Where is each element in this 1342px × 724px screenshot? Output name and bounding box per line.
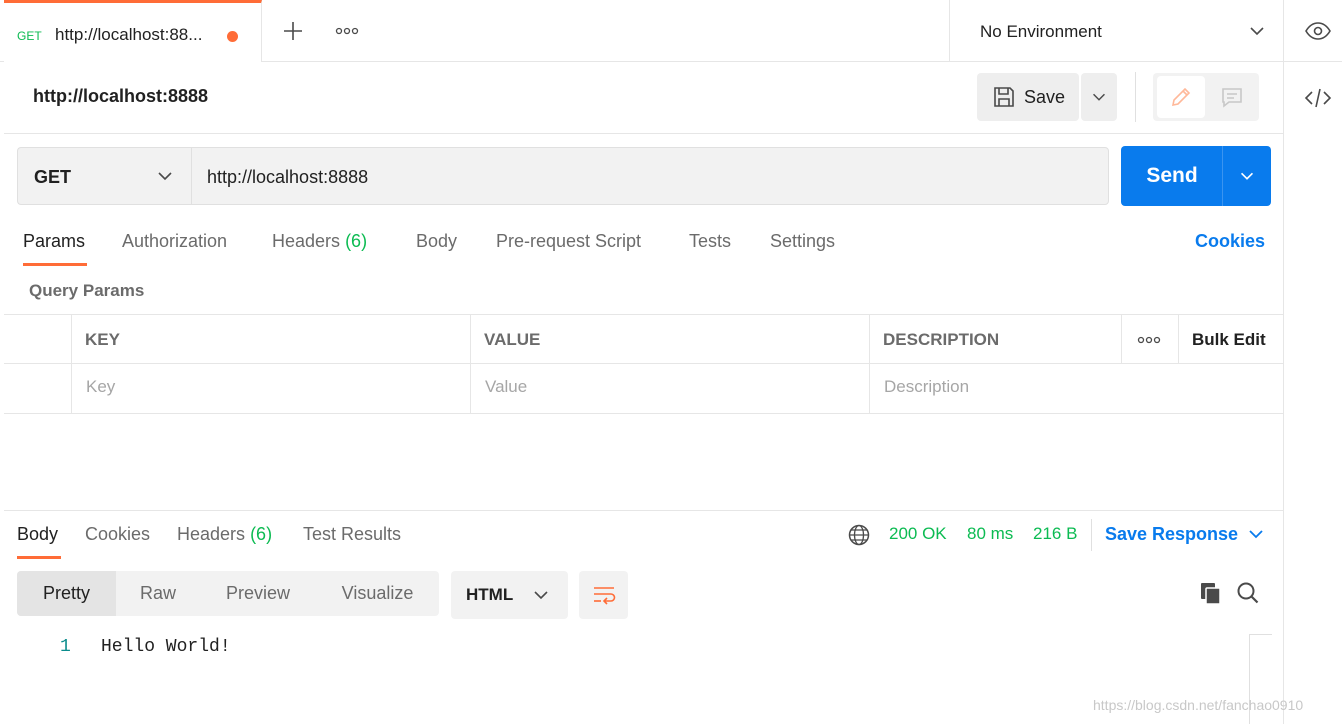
chevron-down-icon [1240,172,1254,180]
chevron-down-icon[interactable] [1245,523,1267,545]
code-line: Hello World! [101,637,231,657]
right-sidebar [1283,62,1342,724]
table-col-divider [1178,314,1179,364]
copy-button[interactable] [1198,580,1224,606]
query-params-title: Query Params [29,281,145,300]
tab-authorization[interactable]: Authorization [122,231,227,252]
table-col-divider [71,314,72,414]
format-visualize-button[interactable]: Visualize [316,571,439,616]
tab-params[interactable]: Params [23,231,85,252]
status-code[interactable]: 200 OK [889,524,947,544]
headers-count: (6) [345,231,368,251]
language-label: HTML [466,585,514,604]
more-icon [1137,336,1161,344]
send-options-button[interactable] [1222,146,1271,206]
format-pretty-button[interactable]: Pretty [17,571,116,616]
divider [1091,519,1092,551]
chevron-down-icon [158,172,172,181]
table-border-mid [4,363,1283,364]
language-select[interactable]: HTML [451,571,568,619]
tab-headers-label: Headers [272,231,341,251]
save-label: Save [1024,86,1066,107]
table-col-divider [1121,314,1122,364]
chevron-down-icon [534,591,548,600]
save-icon [994,87,1014,107]
watermark: https://blog.csdn.net/fanchao0910 [1093,697,1304,713]
response-pane-divider[interactable] [4,510,1283,511]
more-icon [335,27,359,35]
bulk-edit-button[interactable]: Bulk Edit [1192,330,1266,350]
save-button[interactable]: Save [977,73,1079,121]
globe-icon[interactable] [847,523,871,547]
search-button[interactable] [1235,580,1261,606]
param-row-checkbox-cell [6,366,70,412]
tab-prerequest-script[interactable]: Pre-request Script [496,231,641,252]
tab-settings[interactable]: Settings [770,231,835,252]
copy-icon [1201,583,1221,605]
column-options-button[interactable] [1128,326,1170,354]
url-value: http://localhost:8888 [207,167,369,187]
format-preview-button[interactable]: Preview [200,571,316,616]
comment-icon [1222,88,1242,108]
table-col-divider [470,314,471,414]
table-border-top [4,314,1283,315]
column-header-description: DESCRIPTION [883,330,1000,349]
pencil-icon [1171,87,1191,107]
active-tab-indicator [23,263,87,266]
tab-bar: GET http://localhost:88... No Environmen… [0,0,1342,62]
column-header-value: VALUE [484,330,541,349]
response-tab-headers-label: Headers [177,524,246,544]
url-input[interactable]: http://localhost:8888 [191,147,1109,205]
tab-title: http://localhost:88... [55,25,203,44]
unsaved-dot-icon [227,31,238,42]
search-icon [1237,582,1259,604]
tab-body[interactable]: Body [416,231,457,252]
chevron-down-icon [1093,93,1105,101]
new-tab-button[interactable] [278,16,308,46]
active-tab-indicator [17,556,61,559]
tab-headers[interactable]: Headers (6) [272,231,367,252]
tab-tests[interactable]: Tests [689,231,731,252]
comments-button[interactable] [1210,76,1254,118]
method-label: GET [34,167,72,187]
response-tab-cookies[interactable]: Cookies [85,524,150,545]
environment-label: No Environment [980,22,1102,41]
more-tabs-button[interactable] [332,16,362,46]
tab-method: GET [17,29,42,43]
code-snippet-button[interactable] [1303,85,1333,111]
response-size[interactable]: 216 B [1033,524,1077,544]
edit-button[interactable] [1157,76,1205,118]
param-value-input[interactable]: Value [485,377,527,397]
line-number: 1 [60,637,71,657]
send-label: Send [1146,164,1198,187]
wrap-icon [593,587,615,605]
code-icon [1304,88,1332,108]
format-raw-button[interactable]: Raw [116,571,200,616]
response-tab-headers[interactable]: Headers (6) [177,524,272,545]
response-tab-test-results[interactable]: Test Results [303,524,401,545]
response-headers-count: (6) [250,524,273,544]
param-key-input[interactable]: Key [86,377,115,397]
environment-quick-look-button[interactable] [1302,16,1334,46]
environment-selector[interactable]: No Environment [949,0,1284,62]
request-tab[interactable]: GET http://localhost:88... [4,0,262,62]
divider [1135,72,1136,122]
wrap-lines-button[interactable] [579,571,628,619]
eye-icon [1305,22,1331,40]
method-select[interactable]: GET [17,147,192,205]
save-options-button[interactable] [1081,73,1117,121]
table-col-divider [869,314,870,414]
table-border-bottom [4,413,1283,414]
plus-icon [284,22,302,40]
response-tab-body[interactable]: Body [17,524,58,545]
param-description-input[interactable]: Description [884,377,969,397]
column-header-key: KEY [85,330,120,349]
chevron-down-icon [1250,27,1264,36]
response-time[interactable]: 80 ms [967,524,1013,544]
cookies-link[interactable]: Cookies [1195,231,1265,252]
save-response-button[interactable]: Save Response [1105,524,1238,545]
request-name[interactable]: http://localhost:8888 [33,86,208,107]
send-button[interactable]: Send [1121,146,1223,206]
